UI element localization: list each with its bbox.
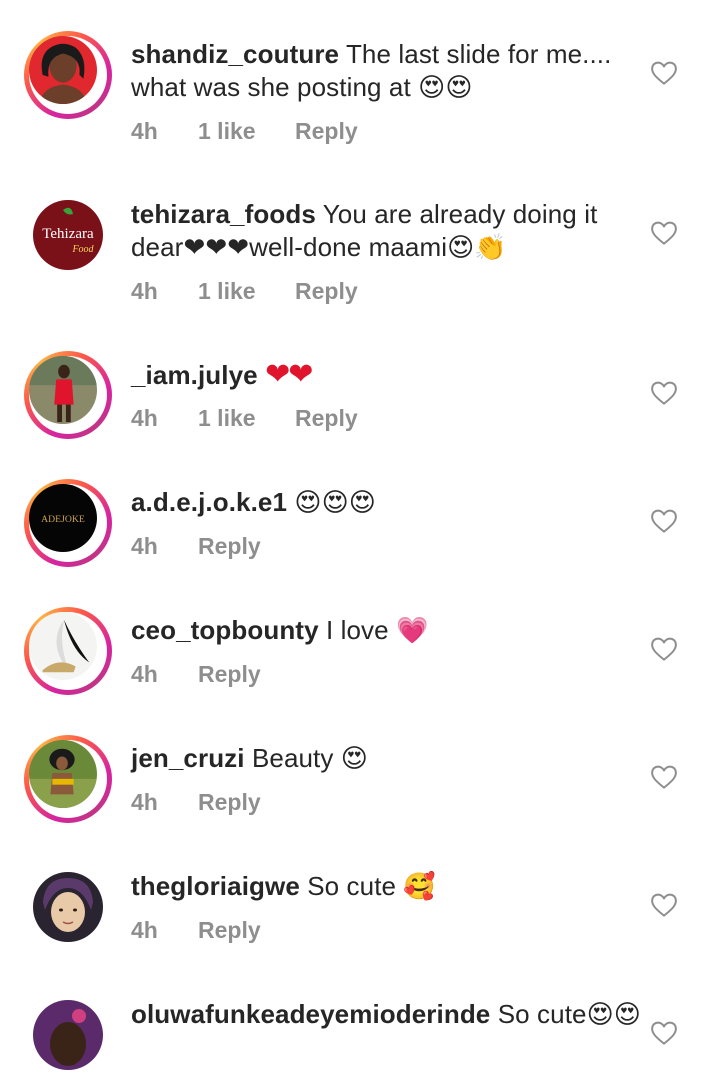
comment-meta: 4h Reply xyxy=(131,661,261,688)
comment-time: 4h xyxy=(131,789,158,815)
heart-outline-icon[interactable] xyxy=(648,378,680,408)
avatar[interactable] xyxy=(24,31,112,119)
comment-body: So cute 🥰 xyxy=(307,871,436,901)
comment-username[interactable]: tehizara_foods xyxy=(131,199,316,229)
comment-body: ❤❤ xyxy=(265,358,313,391)
comment-body: 😍😍😍 xyxy=(294,488,376,518)
comment-username[interactable]: a.d.e.j.o.k.e1 xyxy=(131,487,287,517)
comment-body: I love 💗 xyxy=(325,615,429,645)
comment-meta: 4h Reply xyxy=(131,789,261,816)
comment-text: oluwafunkeadeyemioderinde So cute😍😍 xyxy=(131,998,651,1031)
avatar[interactable] xyxy=(24,991,112,1079)
comment-username[interactable]: _iam.julye xyxy=(131,360,258,390)
comment-time: 4h xyxy=(131,278,158,304)
comment-likes[interactable]: 1 like xyxy=(198,278,295,305)
comment-text: thegloriaigwe So cute 🥰 xyxy=(131,870,631,903)
comment-time: 4h xyxy=(131,118,158,144)
reply-button[interactable]: Reply xyxy=(295,278,358,305)
comment-text: a.d.e.j.o.k.e1 😍😍😍 xyxy=(131,486,631,520)
avatar[interactable] xyxy=(24,607,112,695)
comment-username[interactable]: jen_cruzi xyxy=(131,743,245,773)
comment-text: tehizara_foods You are already doing it … xyxy=(131,198,631,264)
reply-button[interactable]: Reply xyxy=(295,118,358,145)
heart-outline-icon[interactable] xyxy=(648,762,680,792)
avatar-logo-text: Tehizara xyxy=(42,226,94,242)
reply-button[interactable]: Reply xyxy=(198,661,261,688)
avatar-logo-text: ADEJOKE xyxy=(41,514,85,525)
comment-likes[interactable]: 1 like xyxy=(198,405,295,432)
comment-meta: 4h 1 like Reply xyxy=(131,278,358,305)
comment-meta: 4h 1 like Reply xyxy=(131,118,358,145)
heart-outline-icon[interactable] xyxy=(648,890,680,920)
comment-text: jen_cruzi Beauty 😍 xyxy=(131,742,631,775)
heart-outline-icon[interactable] xyxy=(648,1018,680,1048)
comment-body: So cute😍😍 xyxy=(497,999,641,1029)
heart-outline-icon[interactable] xyxy=(648,58,680,88)
comment-username[interactable]: ceo_topbounty xyxy=(131,615,319,645)
comment-username[interactable]: oluwafunkeadeyemioderinde xyxy=(131,999,490,1029)
heart-outline-icon[interactable] xyxy=(648,634,680,664)
comment-username[interactable]: shandiz_couture xyxy=(131,39,339,69)
avatar[interactable]: ADEJOKE xyxy=(24,479,112,567)
comment-body: Beauty 😍 xyxy=(251,743,369,773)
comment-meta: 4h Reply xyxy=(131,917,261,944)
comment-time: 4h xyxy=(131,661,158,687)
avatar[interactable] xyxy=(24,735,112,823)
heart-outline-icon[interactable] xyxy=(648,218,680,248)
comment-time: 4h xyxy=(131,533,158,559)
avatar-logo-subtext: Food xyxy=(71,244,94,255)
avatar[interactable] xyxy=(24,863,112,951)
comment-meta: 4h 1 like Reply xyxy=(131,405,358,432)
reply-button[interactable]: Reply xyxy=(295,405,358,432)
comment-text: _iam.julye ❤❤ xyxy=(131,358,631,392)
comment-time: 4h xyxy=(131,405,158,431)
comment-time: 4h xyxy=(131,917,158,943)
comment-text: shandiz_couture The last slide for me...… xyxy=(131,38,631,104)
comment-meta: 4h Reply xyxy=(131,533,261,560)
heart-outline-icon[interactable] xyxy=(648,506,680,536)
comment-username[interactable]: thegloriaigwe xyxy=(131,871,300,901)
reply-button[interactable]: Reply xyxy=(198,789,261,816)
reply-button[interactable]: Reply xyxy=(198,533,261,560)
comment-likes[interactable]: 1 like xyxy=(198,118,295,145)
comment-text: ceo_topbounty I love 💗 xyxy=(131,614,631,647)
avatar[interactable] xyxy=(24,351,112,439)
avatar[interactable]: Tehizara Food xyxy=(24,191,112,279)
reply-button[interactable]: Reply xyxy=(198,917,261,944)
